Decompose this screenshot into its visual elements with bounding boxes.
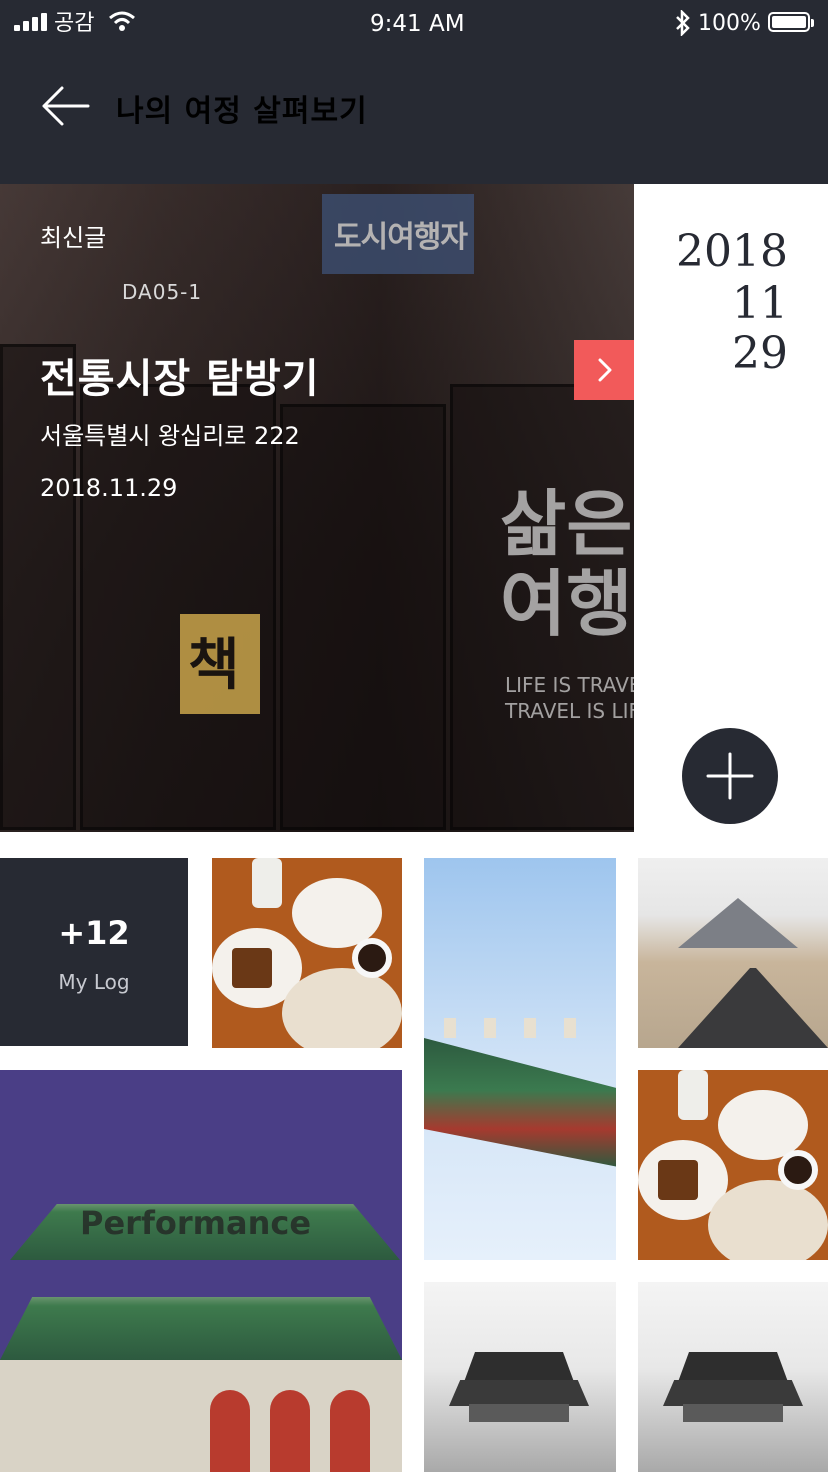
battery-icon	[768, 12, 814, 34]
mylog-tile[interactable]	[0, 858, 188, 1046]
hero-tag: 최신글	[40, 224, 107, 252]
date-month: 11	[732, 278, 788, 329]
photo-tile-palace-bw-2[interactable]	[638, 1282, 828, 1472]
carrier-label: 공감	[54, 11, 95, 36]
chevron-right-icon	[598, 358, 612, 382]
page-title: 나의 여정 살펴보기	[116, 94, 368, 129]
status-bar: 공감 9:41 AM 100%	[0, 0, 828, 50]
hero-photo-big-text: 삶은 여행	[500, 482, 633, 646]
hero-address: 서울특별시 왕십리로 222	[40, 422, 300, 450]
add-button[interactable]	[682, 728, 778, 824]
hero-photo-sign: 도시여행자	[322, 194, 474, 274]
hero-date: 2018.11.29	[40, 474, 178, 502]
photo-tile-gate[interactable]	[0, 1070, 402, 1472]
bluetooth-icon	[676, 10, 690, 36]
date-day: 29	[732, 328, 788, 379]
hero-next-button[interactable]	[574, 340, 634, 400]
hero-photo-yellow-sign: 책	[180, 614, 260, 714]
photo-tile-palace-bw[interactable]	[424, 1282, 616, 1472]
wifi-icon	[109, 11, 135, 31]
hero-title: 전통시장 탐방기	[40, 355, 320, 402]
photo-tile-cafe-2[interactable]	[638, 1070, 828, 1260]
photo-tile-cafe[interactable]	[212, 858, 402, 1048]
photo-tile-road[interactable]	[638, 858, 828, 1048]
hero-card[interactable]: 도시여행자 DA05-1 책 삶은 여행 LIFE IS TRAVEL TRAV…	[0, 184, 634, 832]
gate-tile-label: Performance	[80, 1204, 312, 1242]
date-year: 2018	[676, 226, 788, 277]
plus-icon	[706, 752, 754, 800]
mylog-label: My Log	[58, 970, 130, 994]
hero-photo-english-text: LIFE IS TRAVEL TRAVEL IS LIFE	[505, 673, 634, 723]
photo-tile-palace-roof[interactable]	[424, 858, 616, 1260]
signal-icon	[14, 13, 48, 31]
mylog-count: +12	[58, 914, 130, 952]
clock: 9:41 AM	[370, 11, 465, 37]
hero-photo-code: DA05-1	[122, 280, 203, 304]
battery-percent: 100%	[698, 11, 761, 36]
back-arrow-icon[interactable]	[40, 84, 92, 128]
